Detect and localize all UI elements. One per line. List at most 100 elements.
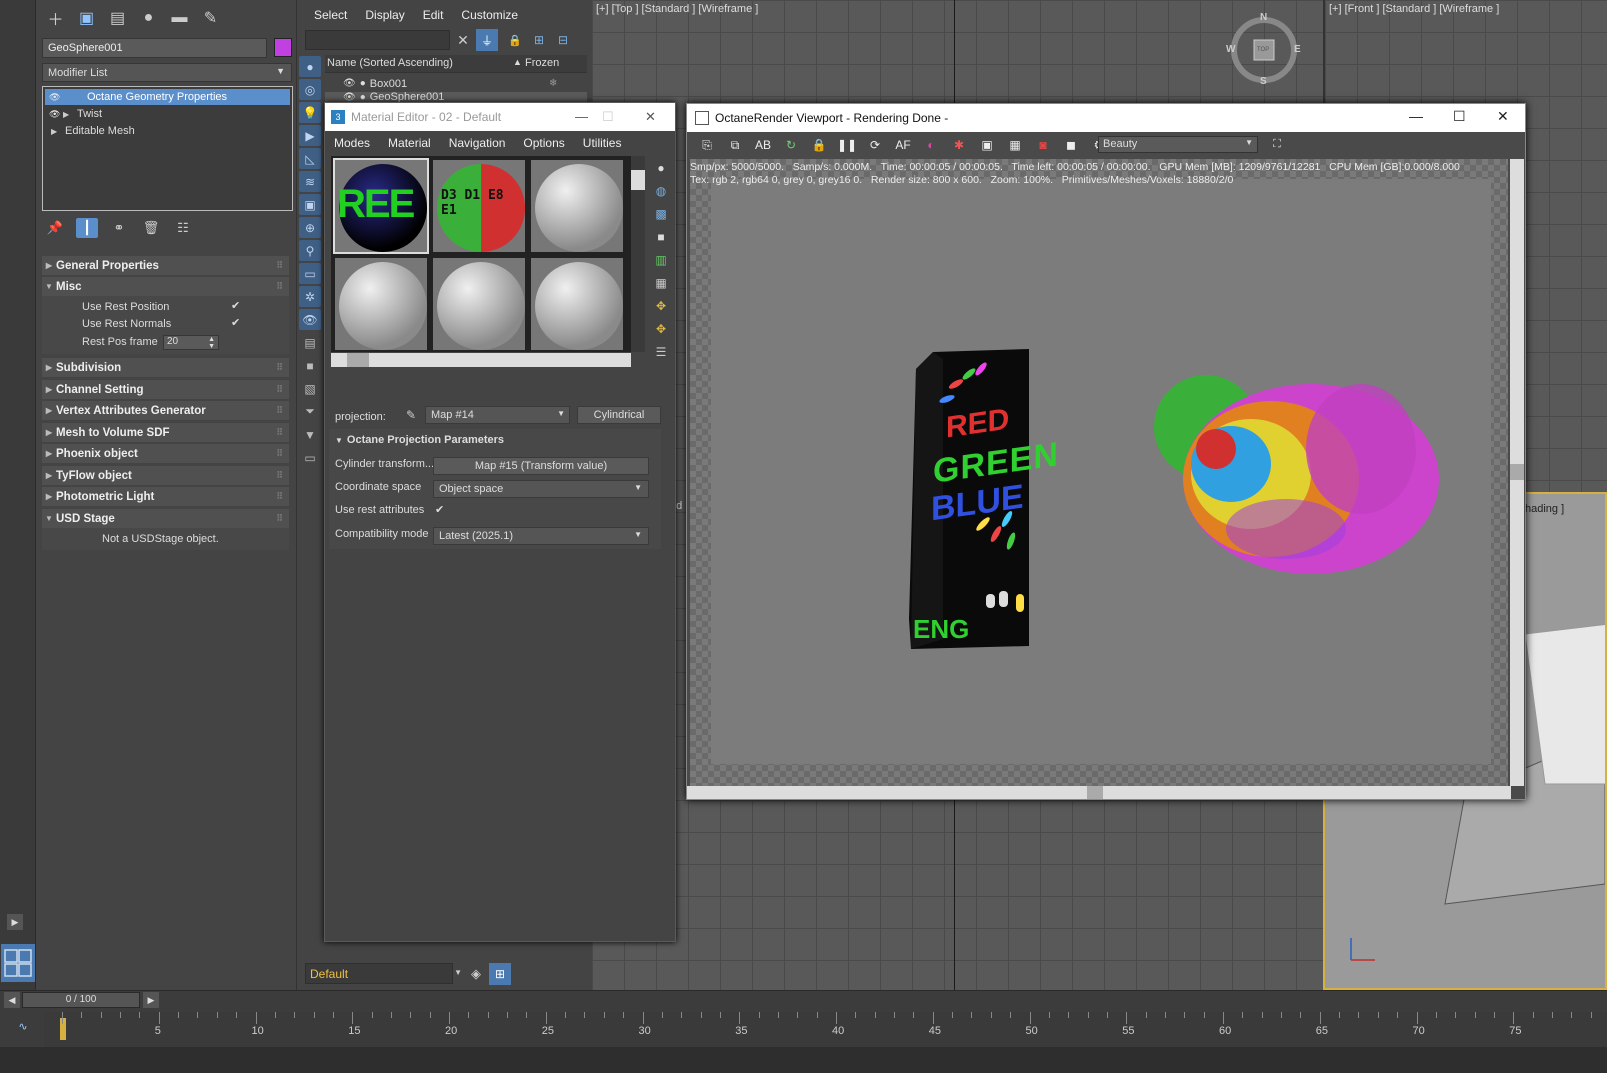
copy-image-icon[interactable]: ⧉ [721, 135, 749, 155]
filter-icon[interactable]: ⏚ [476, 29, 498, 51]
projection-params-header[interactable]: ▼ Octane Projection Parameters [335, 434, 504, 446]
sample-slot-5[interactable] [431, 256, 527, 352]
funnel-filter-icon[interactable]: ▼ [299, 424, 321, 445]
sample-slot-1[interactable]: REE [333, 158, 429, 254]
xrefs-filter-icon[interactable]: ⊕ [299, 217, 321, 238]
menu-modes[interactable]: Modes [325, 136, 379, 150]
rollout-general-properties[interactable]: ▶ General Properties ⠿ [42, 256, 289, 275]
menu-navigation[interactable]: Navigation [440, 136, 515, 150]
menu-customize[interactable]: Customize [452, 8, 527, 22]
scene-search-input[interactable] [305, 30, 450, 50]
hierarchy-icon[interactable]: ⊞ [530, 31, 548, 49]
make-preview-icon[interactable]: ▦ [651, 273, 671, 293]
hierarchy-tab-icon[interactable]: ▤ [102, 4, 133, 32]
layer-stack-icon[interactable]: ◈ [465, 963, 487, 985]
material-editor-titlebar[interactable]: 3 Material Editor - 02 - Default — ☐ ✕ [325, 103, 675, 131]
column-name-header[interactable]: Name (Sorted Ascending) [327, 57, 453, 69]
expand-arrow-icon[interactable]: ▶ [7, 914, 23, 930]
region-render-icon[interactable]: ▣ [973, 135, 1001, 155]
column-frozen-header[interactable]: Frozen [525, 57, 559, 69]
render-canvas[interactable]: RED GREEN BLUE ENG [690, 159, 1524, 786]
maximize-icon[interactable]: ☐ [602, 109, 614, 125]
rollout-photometric-light[interactable]: ▶ Photometric Light ⠿ [42, 487, 289, 506]
use-rest-attributes-checkbox[interactable]: ✔ [435, 505, 446, 516]
minimize-icon[interactable]: — [575, 109, 588, 124]
menu-select[interactable]: Select [305, 8, 356, 22]
configure-sets-icon[interactable]: ☷ [172, 218, 194, 238]
stack-item-editable-mesh[interactable]: ▶ Editable Mesh [45, 123, 290, 139]
viewport-label-front[interactable]: [+] [Front ] [Standard ] [Wireframe ] [1329, 3, 1499, 15]
containers-filter-icon[interactable]: ▭ [299, 263, 321, 284]
eye-icon[interactable]: 👁 [343, 78, 356, 89]
folder-icon[interactable]: ▭ [299, 447, 321, 468]
fit-view-icon[interactable]: ⛶ [1269, 136, 1285, 152]
post-process-icon[interactable]: ◼ [1057, 135, 1085, 155]
time-slider[interactable]: 0 / 100 [22, 992, 140, 1008]
menu-utilities[interactable]: Utilities [574, 136, 631, 150]
groups-filter-icon[interactable]: ▣ [299, 194, 321, 215]
display-tab-icon[interactable]: ▬ [164, 4, 195, 32]
render-vscrollbar[interactable] [1510, 159, 1524, 786]
cameras-filter-icon[interactable]: ▶ [299, 125, 321, 146]
cylinder-transform-button[interactable]: Map #15 (Transform value) [433, 457, 649, 475]
bones-filter-icon[interactable]: ⚲ [299, 240, 321, 261]
eyedropper-icon[interactable]: ✎ [402, 406, 420, 424]
render-pass-dropdown[interactable]: Beauty ▼ [1098, 136, 1258, 153]
pause-icon[interactable]: ❚❚ [833, 135, 861, 155]
focus-picker-icon[interactable]: AF [889, 135, 917, 155]
ab-compare-icon[interactable]: AB [749, 135, 777, 155]
rollout-subdivision[interactable]: ▶ Subdivision ⠿ [42, 358, 289, 377]
lock-icon[interactable]: 🔒 [507, 31, 523, 49]
spacewarps-filter-icon[interactable]: ≋ [299, 171, 321, 192]
clear-search-icon[interactable]: ✕ [454, 31, 472, 49]
rollout-channel-setting[interactable]: ▶ Channel Setting ⠿ [42, 380, 289, 399]
next-frame-icon[interactable]: ▶ [143, 992, 159, 1008]
motion-tab-icon[interactable]: ● [133, 4, 164, 32]
menu-material[interactable]: Material [379, 136, 440, 150]
sample-slot-2[interactable]: D3 D1 E8 E1 [431, 158, 527, 254]
viewport-label-perspective[interactable]: hading ] [1525, 503, 1564, 515]
pin-stack-icon[interactable]: 📌 [44, 218, 66, 238]
material-picker-icon[interactable]: ✱ [945, 135, 973, 155]
select-by-material-icon[interactable]: ✥ [651, 319, 671, 339]
expand-triangle-icon[interactable]: ▶ [63, 110, 73, 119]
rollout-tyflow[interactable]: ▶ TyFlow object ⠿ [42, 466, 289, 485]
material-navigator-icon[interactable]: ☰ [651, 342, 671, 362]
modify-tab-icon[interactable]: ▣ [71, 4, 102, 32]
select-all-icon[interactable]: ■ [299, 355, 321, 376]
denoise-icon[interactable]: ◙ [1029, 135, 1057, 155]
sort-icon[interactable]: ▤ [299, 332, 321, 353]
create-tab-icon[interactable]: ＋ [40, 4, 71, 32]
modifier-list-dropdown[interactable]: Modifier List ▼ [42, 63, 292, 82]
menu-display[interactable]: Display [356, 8, 413, 22]
rollout-usd-stage[interactable]: ▼ USD Stage ⠿ [42, 509, 289, 528]
projection-map-dropdown[interactable]: Map #14 ▼ [425, 406, 570, 424]
refresh-icon[interactable]: ⟳ [861, 135, 889, 155]
object-color-swatch[interactable] [274, 38, 292, 57]
coordinate-space-dropdown[interactable]: Object space ▼ [433, 480, 649, 498]
stack-item-twist[interactable]: 👁 ▶ Twist [45, 106, 290, 122]
eye-icon[interactable]: 👁 [343, 92, 356, 102]
funnel-icon[interactable]: ⏷ [299, 401, 321, 422]
expand-triangle-icon[interactable]: ▶ [51, 127, 61, 136]
menu-edit[interactable]: Edit [414, 8, 453, 22]
rollout-misc[interactable]: ▼ Misc ⠿ [42, 277, 289, 296]
layer-dropdown[interactable]: Default ▼ [305, 963, 462, 984]
track-bar[interactable]: 5 10 15 20 25 30 35 40 45 50 55 60 65 70 75 [44, 1012, 1607, 1047]
sample-slot-4[interactable] [333, 256, 429, 352]
viewcube-compass[interactable]: N S E W TOP [1226, 12, 1301, 87]
restart-render-icon[interactable]: ↻ [777, 135, 805, 155]
eye-icon[interactable]: 👁 [49, 92, 63, 103]
slots-hscrollbar[interactable] [331, 353, 631, 367]
stack-item-octane-geometry[interactable]: 👁 Octane Geometry Properties [45, 89, 290, 105]
current-frame-marker[interactable] [60, 1018, 66, 1040]
uv-tiling-icon[interactable]: ■ [651, 227, 671, 247]
compatibility-mode-dropdown[interactable]: Latest (2025.1) ▼ [433, 527, 649, 545]
use-rest-normals-checkbox[interactable]: ✔ [231, 318, 242, 329]
slots-scrollbar[interactable] [631, 156, 645, 352]
menu-options[interactable]: Options [514, 136, 573, 150]
sample-slot-6[interactable] [529, 256, 625, 352]
render-hscrollbar[interactable] [687, 786, 1511, 799]
prev-frame-icon[interactable]: ◀ [4, 992, 20, 1008]
maximize-icon[interactable]: ☐ [1453, 108, 1466, 125]
